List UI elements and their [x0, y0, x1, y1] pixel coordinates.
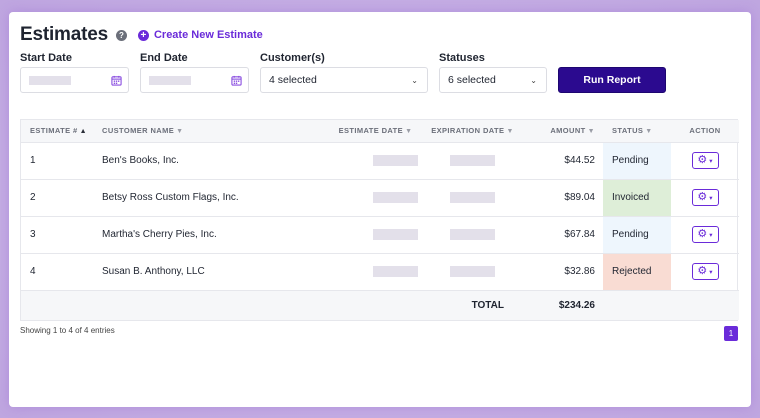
date-placeholder	[450, 265, 495, 277]
estimates-table: ESTIMATE # ▲ CUSTOMER NAME ▼ ESTIMATE DATE…	[20, 119, 739, 321]
sort-icon: ▼	[405, 128, 413, 136]
statuses-select[interactable]: 6 selected ⌄	[439, 67, 547, 93]
chevron-down-icon: ⌄	[530, 76, 537, 85]
plus-circle-icon: +	[137, 29, 149, 41]
gear-icon: ⚙	[697, 228, 708, 240]
expiration-date	[423, 179, 522, 217]
row-action-button[interactable]: ⚙ ▾	[691, 226, 719, 243]
start-date-label: Start Date	[20, 52, 72, 64]
page-header: Estimates ? + Create New Estimate	[20, 24, 263, 46]
customer-name: Betsy Ross Custom Flags, Inc.	[93, 179, 328, 217]
amount: $32.86	[522, 253, 603, 291]
customer-name: Martha's Cherry Pies, Inc.	[93, 216, 328, 254]
table-total-row: TOTAL $234.26	[21, 290, 739, 320]
end-date-label: End Date	[140, 52, 188, 64]
total-amount: $234.26	[522, 290, 603, 320]
estimate-date	[328, 253, 423, 291]
entries-info: Showing 1 to 4 of 4 entries	[20, 326, 115, 335]
table-row: 1 Ben's Books, Inc. $44.52 Pending ⚙ ▾	[21, 142, 739, 180]
date-placeholder	[373, 265, 418, 277]
table-row: 2 Betsy Ross Custom Flags, Inc. $89.04 I…	[21, 179, 739, 217]
estimate-date	[328, 142, 423, 180]
customers-selected-value: 4 selected	[269, 74, 317, 86]
column-header-amount[interactable]: AMOUNT ▼	[522, 120, 603, 143]
calendar-icon[interactable]	[111, 75, 122, 86]
row-action-button[interactable]: ⚙ ▾	[691, 152, 719, 169]
expiration-date	[423, 216, 522, 254]
column-header-estimate-number[interactable]: ESTIMATE # ▲	[21, 120, 93, 143]
date-placeholder	[450, 191, 495, 203]
amount: $89.04	[522, 179, 603, 217]
row-action-button[interactable]: ⚙ ▾	[691, 263, 719, 280]
help-icon[interactable]: ?	[115, 29, 127, 41]
customer-name: Susan B. Anthony, LLC	[93, 253, 328, 291]
customers-select[interactable]: 4 selected ⌄	[260, 67, 428, 93]
customers-label: Customer(s)	[260, 52, 325, 64]
gear-icon: ⚙	[697, 191, 708, 203]
amount: $67.84	[522, 216, 603, 254]
statuses-label: Statuses	[439, 52, 485, 64]
status-badge: Rejected	[603, 253, 671, 291]
estimate-number[interactable]: 4	[21, 253, 93, 291]
gear-icon: ⚙	[697, 154, 708, 166]
estimate-number[interactable]: 2	[21, 179, 93, 217]
chevron-down-icon: ▾	[709, 268, 713, 276]
amount: $44.52	[522, 142, 603, 180]
calendar-icon[interactable]	[231, 75, 242, 86]
row-action-button[interactable]: ⚙ ▾	[691, 189, 719, 206]
sort-icon: ▼	[176, 128, 184, 136]
pagination-page-1[interactable]: 1	[724, 326, 738, 341]
chevron-down-icon: ▾	[709, 194, 713, 202]
column-header-customer-name[interactable]: CUSTOMER NAME ▼	[93, 120, 328, 143]
table-row: 4 Susan B. Anthony, LLC $32.86 Rejected …	[21, 253, 739, 291]
end-date-placeholder	[149, 75, 191, 85]
action-cell: ⚙ ▾	[671, 179, 739, 217]
action-cell: ⚙ ▾	[671, 253, 739, 291]
table-row: 3 Martha's Cherry Pies, Inc. $67.84 Pend…	[21, 216, 739, 254]
column-header-expiration-date[interactable]: EXPIRATION DATE ▼	[423, 120, 522, 143]
start-date-field[interactable]	[20, 67, 129, 93]
chevron-down-icon: ▾	[709, 231, 713, 239]
chevron-down-icon: ⌄	[411, 76, 418, 85]
column-header-action: ACTION	[671, 120, 739, 143]
action-cell: ⚙ ▾	[671, 142, 739, 180]
sort-ascending-icon: ▲	[79, 128, 87, 136]
estimate-number[interactable]: 3	[21, 216, 93, 254]
sort-icon: ▼	[506, 128, 514, 136]
date-placeholder	[450, 154, 495, 166]
customer-name: Ben's Books, Inc.	[93, 142, 328, 180]
status-badge: Pending	[603, 142, 671, 180]
create-new-estimate-link[interactable]: + Create New Estimate	[137, 29, 263, 41]
date-placeholder	[373, 228, 418, 240]
date-placeholder	[373, 191, 418, 203]
estimate-date	[328, 179, 423, 217]
estimate-date	[328, 216, 423, 254]
status-badge: Pending	[603, 216, 671, 254]
expiration-date	[423, 142, 522, 180]
column-header-status[interactable]: STATUS ▼	[603, 120, 671, 143]
table-header-row: ESTIMATE # ▲ CUSTOMER NAME ▼ ESTIMATE DATE…	[21, 120, 739, 143]
start-date-placeholder	[29, 75, 71, 85]
gear-icon: ⚙	[697, 265, 708, 277]
page-title: Estimates	[20, 24, 108, 45]
create-new-estimate-label: Create New Estimate	[153, 29, 263, 41]
sort-icon: ▼	[645, 128, 653, 136]
date-placeholder	[373, 154, 418, 166]
column-header-estimate-date[interactable]: ESTIMATE DATE ▼	[328, 120, 423, 143]
estimate-number[interactable]: 1	[21, 142, 93, 180]
expiration-date	[423, 253, 522, 291]
statuses-selected-value: 6 selected	[448, 74, 496, 86]
status-badge: Invoiced	[603, 179, 671, 217]
total-label: TOTAL	[423, 290, 522, 320]
date-placeholder	[450, 228, 495, 240]
estimates-card: Estimates ? + Create New Estimate Start …	[9, 12, 751, 407]
end-date-field[interactable]	[140, 67, 249, 93]
chevron-down-icon: ▾	[709, 157, 713, 165]
run-report-button[interactable]: Run Report	[558, 67, 666, 93]
action-cell: ⚙ ▾	[671, 216, 739, 254]
sort-icon: ▼	[587, 128, 595, 136]
